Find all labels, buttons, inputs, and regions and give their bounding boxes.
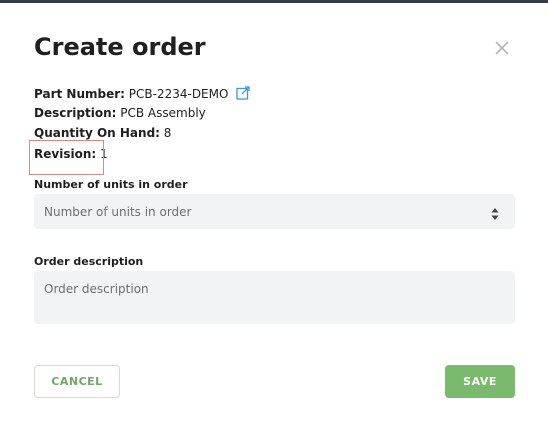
units-stepper-icon[interactable] [490,206,500,220]
quantity-label: Quantity On Hand: [34,126,160,140]
close-icon[interactable] [493,39,511,57]
units-input[interactable] [34,194,515,229]
save-button[interactable]: SAVE [445,365,515,398]
create-order-modal: Create order Part Number: PCB-2234-DEMO … [3,3,545,433]
quantity-value: 8 [163,126,172,140]
external-link-icon[interactable] [236,86,250,100]
part-number-row: Part Number: PCB-2234-DEMO [34,86,250,101]
description-value: PCB Assembly [120,106,206,120]
modal-title: Create order [34,33,206,61]
cancel-button[interactable]: CANCEL [34,365,120,398]
units-field-label: Number of units in order [34,178,188,191]
quantity-row: Quantity On Hand: 8 [34,126,171,140]
part-number-label: Part Number: [34,87,125,101]
part-number-value: PCB-2234-DEMO [128,87,229,101]
order-description-field[interactable] [34,271,515,324]
description-row: Description: PCB Assembly [34,106,206,120]
order-description-label: Order description [34,255,144,268]
description-label: Description: [34,106,117,120]
revision-highlight-box [29,140,104,175]
